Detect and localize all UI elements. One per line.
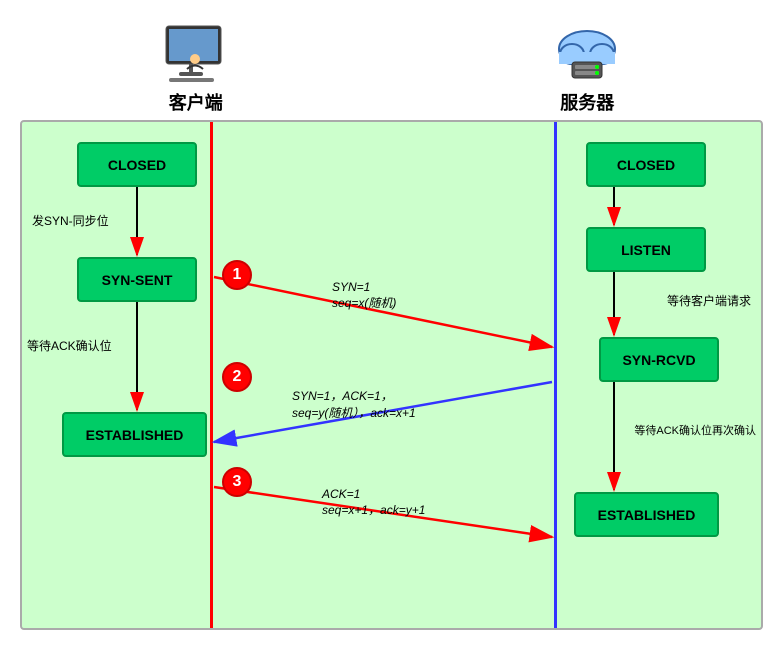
server-computer-icon — [552, 24, 622, 84]
circle-1: 1 — [222, 260, 252, 290]
client-header: 客户端 — [161, 24, 231, 115]
server-label: 服务器 — [560, 89, 614, 115]
circle-2: 2 — [222, 362, 252, 392]
arrow3-label: ACK=1 seq=x+1，ack=y+1 — [322, 487, 425, 518]
client-vertical-line — [210, 122, 213, 628]
circle-3: 3 — [222, 467, 252, 497]
client-computer-icon — [161, 24, 231, 84]
label-send-syn: 发SYN-同步位 — [32, 212, 109, 229]
header-area: 客户端 服务器 — [0, 0, 783, 120]
label-wait-ack: 等待ACK确认位 — [27, 337, 112, 354]
client-label: 客户端 — [169, 89, 223, 115]
diagram-area: CLOSED SYN-SENT ESTABLISHED CLOSED LISTE… — [20, 120, 763, 630]
arrow2-label: SYN=1，ACK=1， seq=y(随机），ack=x+1 — [292, 387, 416, 421]
state-closed-right: CLOSED — [586, 142, 706, 187]
state-closed-left: CLOSED — [77, 142, 197, 187]
server-header: 服务器 — [552, 24, 622, 115]
state-syn-rcvd: SYN-RCVD — [599, 337, 719, 382]
server-vertical-line — [554, 122, 557, 628]
state-established-right: ESTABLISHED — [574, 492, 719, 537]
label-wait-client: 等待客户端请求 — [667, 292, 751, 309]
label-wait-ack2: 等待ACK确认位再次确认 — [634, 422, 756, 438]
arrow1-label: SYN=1 seq=x(随机) — [332, 280, 396, 311]
state-syn-sent: SYN-SENT — [77, 257, 197, 302]
state-listen: LISTEN — [586, 227, 706, 272]
state-established-left: ESTABLISHED — [62, 412, 207, 457]
main-container: 客户端 服务器 — [0, 0, 783, 650]
